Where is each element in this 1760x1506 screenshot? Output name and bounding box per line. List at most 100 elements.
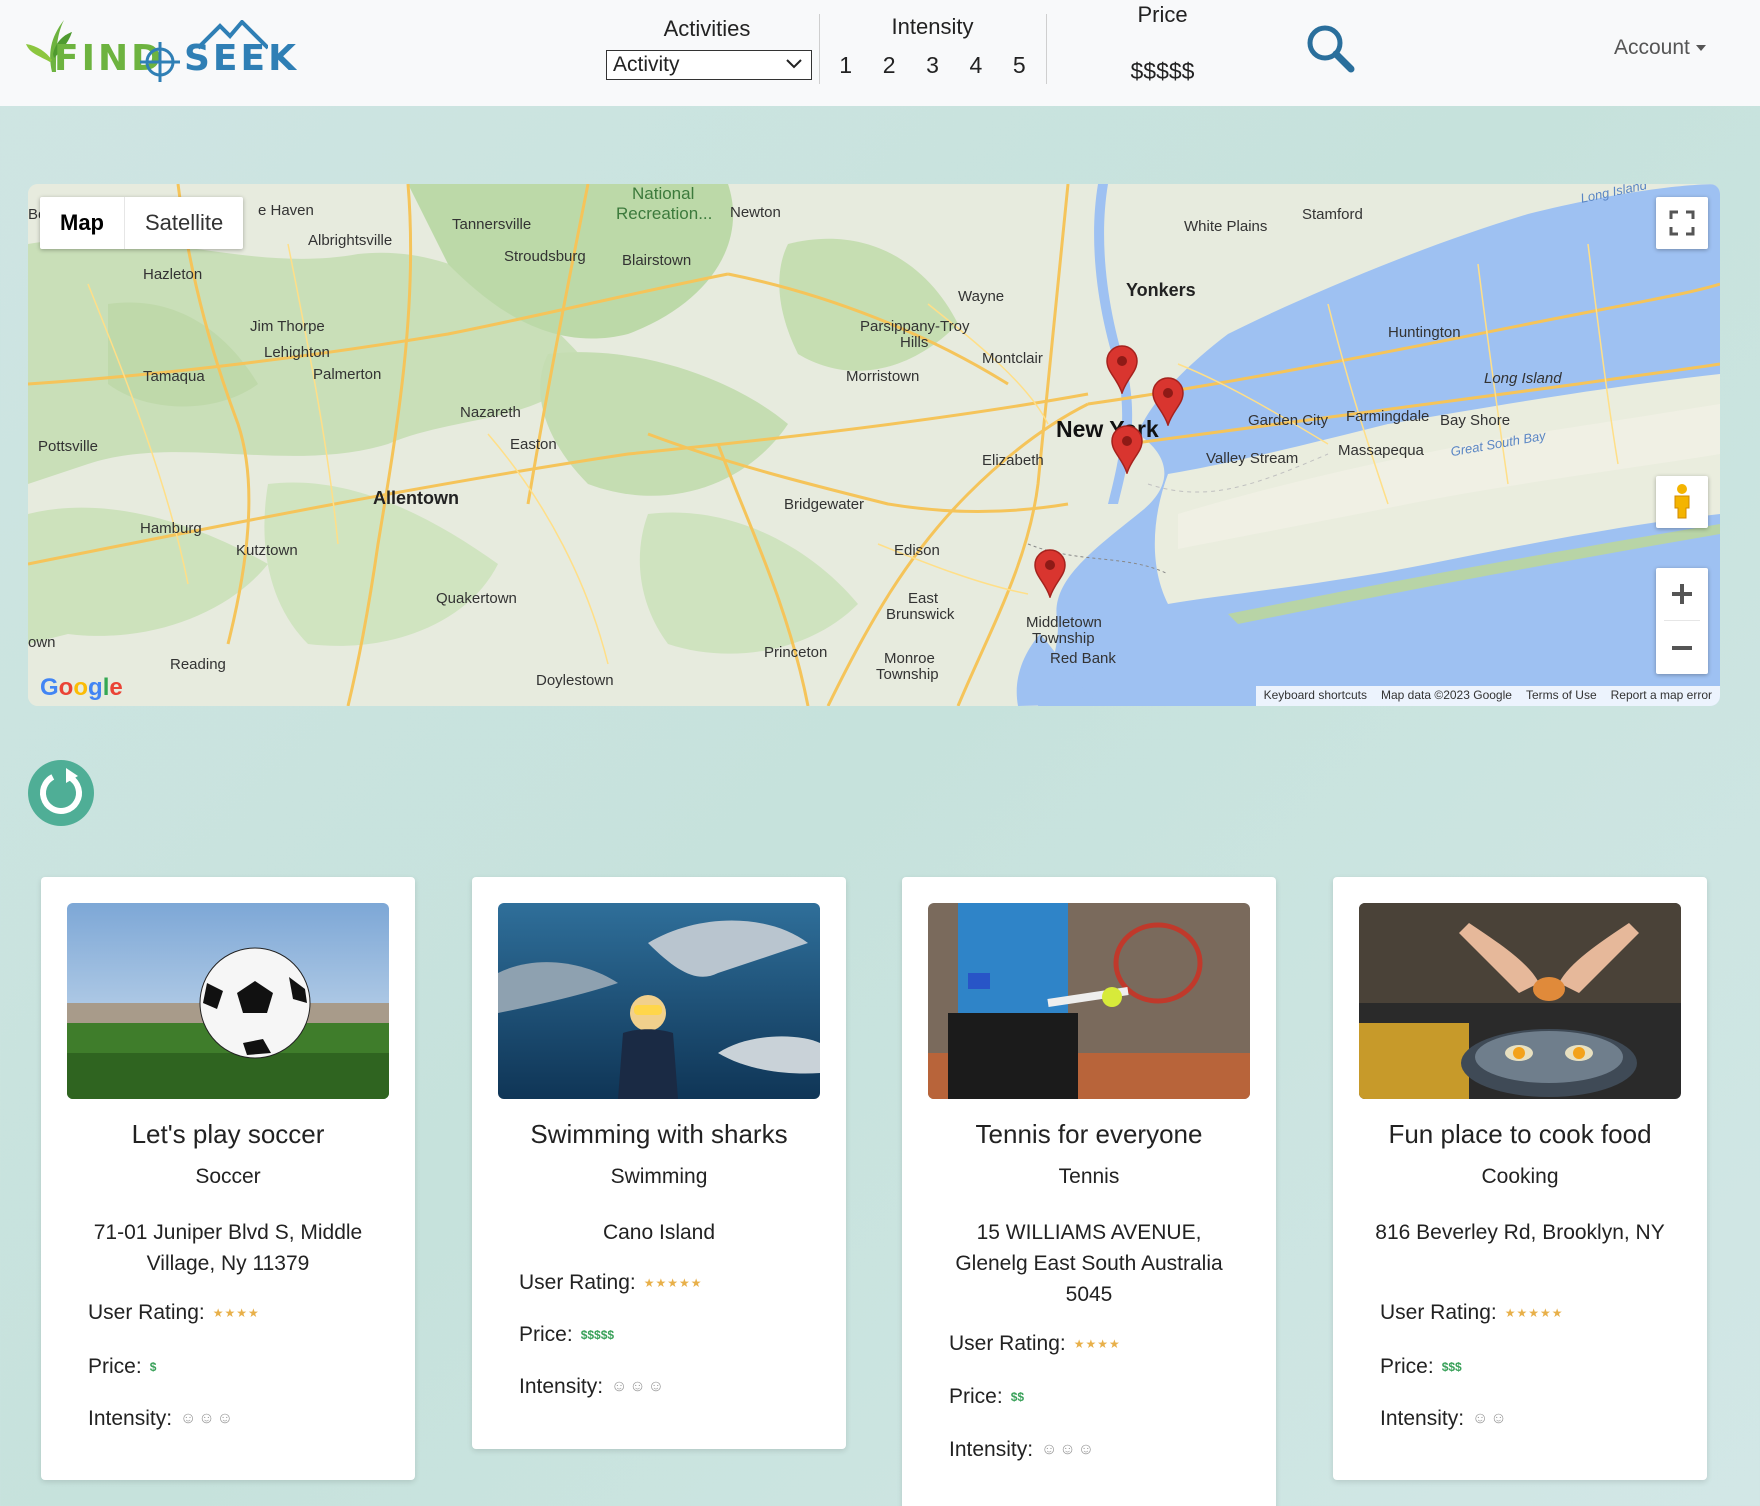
map-label: Tannersville bbox=[452, 216, 532, 233]
map-label: Parsippany-Troy bbox=[860, 318, 970, 335]
map-label: Middletown bbox=[1026, 614, 1102, 631]
price-label: Price: bbox=[949, 1385, 1003, 1408]
card-category: Soccer bbox=[195, 1165, 261, 1188]
activity-card[interactable]: Tennis for everyone Tennis 15 WILLIAMS A… bbox=[902, 877, 1276, 1506]
terms-link[interactable]: Terms of Use bbox=[1526, 688, 1597, 704]
activity-card[interactable]: Let's play soccer Soccer 71-01 Juniper B… bbox=[41, 877, 415, 1480]
card-address: 816 Beverley Rd, Brooklyn, NY bbox=[1375, 1221, 1665, 1244]
map-label: Lehighton bbox=[264, 344, 330, 361]
person-icons: ☺☺☺ bbox=[1041, 1441, 1097, 1459]
rating-label: User Rating: bbox=[88, 1301, 205, 1324]
map-pin-icon[interactable] bbox=[1033, 548, 1067, 598]
refresh-icon[interactable] bbox=[28, 760, 94, 826]
card-title[interactable]: Let's play soccer bbox=[41, 1119, 415, 1150]
map-label: Morristown bbox=[846, 368, 920, 385]
intensity-filter: Intensity 1 2 3 4 5 bbox=[820, 0, 1045, 90]
activity-image bbox=[1359, 903, 1681, 1099]
dollar-icons: $ bbox=[149, 1360, 157, 1375]
account-label: Account bbox=[1614, 36, 1690, 59]
intensity-levels: 1 2 3 4 5 bbox=[820, 52, 1045, 79]
map-label: Quakertown bbox=[436, 590, 517, 607]
activity-image bbox=[928, 903, 1250, 1099]
activities-filter: Activities Activity bbox=[604, 0, 812, 90]
intensity-level-5[interactable]: 5 bbox=[1013, 52, 1026, 79]
map-label: Stroudsburg bbox=[504, 248, 586, 265]
price-label: Price bbox=[1137, 2, 1188, 27]
card-title[interactable]: Fun place to cook food bbox=[1333, 1119, 1707, 1150]
map-type-map-button[interactable]: Map bbox=[40, 197, 124, 249]
report-error-link[interactable]: Report a map error bbox=[1611, 688, 1712, 704]
card-intensity: Intensity: ☺☺☺ bbox=[88, 1407, 235, 1431]
minus-icon[interactable] bbox=[1656, 622, 1708, 674]
map-pin-icon[interactable] bbox=[1105, 344, 1139, 394]
navbar: FIND SEEK Activities Activity Intensity … bbox=[0, 0, 1760, 106]
map[interactable]: Be e Haven Albrightsville Hazleton Jim T… bbox=[28, 184, 1720, 706]
map-label: Reading bbox=[170, 656, 226, 673]
intensity-label: Intensity: bbox=[949, 1438, 1034, 1461]
card-address: Cano Island bbox=[602, 1221, 716, 1244]
keyboard-shortcuts-link[interactable]: Keyboard shortcuts bbox=[1264, 688, 1367, 704]
map-label: Hazleton bbox=[143, 266, 203, 283]
intensity-level-2[interactable]: 2 bbox=[883, 52, 896, 79]
map-label: Nazareth bbox=[460, 404, 521, 421]
card-title[interactable]: Swimming with sharks bbox=[472, 1119, 846, 1150]
map-label: Yonkers bbox=[1126, 280, 1196, 300]
person-icons: ☺☺☺ bbox=[611, 1378, 667, 1396]
map-label: Township bbox=[876, 666, 939, 683]
price-label: Price: bbox=[519, 1323, 573, 1346]
intensity-label: Intensity: bbox=[519, 1375, 604, 1398]
card-rating: User Rating: ★★★★ bbox=[949, 1332, 1121, 1356]
account-dropdown[interactable]: Account bbox=[1614, 36, 1706, 60]
rating-label: User Rating: bbox=[519, 1271, 636, 1294]
activity-card[interactable]: Fun place to cook food Cooking 816 Bever… bbox=[1333, 877, 1707, 1480]
star-icons: ★★★★★ bbox=[1504, 1306, 1564, 1321]
price-label: Price: bbox=[88, 1355, 142, 1378]
intensity-level-4[interactable]: 4 bbox=[969, 52, 982, 79]
price-selector[interactable]: $$$$$ bbox=[1100, 58, 1225, 85]
map-label: East bbox=[908, 590, 939, 607]
card-address: 71-01 Juniper Blvd S, Middle Village, Ny… bbox=[93, 1221, 363, 1275]
map-label: Hills bbox=[900, 334, 929, 351]
activity-image bbox=[498, 903, 820, 1099]
map-label: Princeton bbox=[764, 644, 828, 661]
card-category: Swimming bbox=[610, 1165, 708, 1188]
price-label: Price: bbox=[1380, 1355, 1434, 1378]
plus-icon[interactable] bbox=[1656, 568, 1708, 620]
map-type-satellite-button[interactable]: Satellite bbox=[124, 197, 243, 249]
map-label: Huntington bbox=[1388, 324, 1461, 341]
map-label: Wayne bbox=[958, 288, 1005, 305]
map-label: e Haven bbox=[258, 202, 314, 219]
map-label: Hamburg bbox=[140, 520, 202, 537]
logo-seek-text: SEEK bbox=[184, 38, 300, 79]
map-label: Bay Shore bbox=[1440, 412, 1511, 429]
map-label: National bbox=[632, 184, 695, 203]
map-label: Kutztown bbox=[236, 542, 298, 559]
intensity-level-1[interactable]: 1 bbox=[839, 52, 852, 79]
card-price: Price: $ bbox=[88, 1355, 156, 1379]
card-price: Price: $$ bbox=[949, 1385, 1024, 1409]
map-label: Easton bbox=[510, 436, 557, 453]
dollar-icons: $$ bbox=[1010, 1390, 1025, 1405]
map-label: Garden City bbox=[1248, 412, 1329, 429]
activity-select[interactable]: Activity bbox=[606, 50, 812, 80]
map-label: Tamaqua bbox=[143, 368, 205, 385]
fullscreen-button[interactable] bbox=[1656, 197, 1708, 249]
search-icon[interactable] bbox=[1304, 22, 1356, 74]
price-filter: Price $$$$$ bbox=[1100, 0, 1225, 90]
intensity-level-3[interactable]: 3 bbox=[926, 52, 939, 79]
star-icons: ★★★★ bbox=[1073, 1337, 1121, 1352]
activity-card[interactable]: Swimming with sharks Swimming Cano Islan… bbox=[472, 877, 846, 1449]
google-logo: Google bbox=[40, 674, 123, 701]
map-pin-icon[interactable] bbox=[1151, 376, 1185, 426]
find-seek-logo[interactable]: FIND SEEK bbox=[26, 10, 296, 90]
divider bbox=[1046, 14, 1047, 84]
street-view-button[interactable] bbox=[1656, 476, 1708, 528]
fullscreen-icon bbox=[1669, 210, 1695, 236]
map-attribution: Keyboard shortcuts Map data ©2023 Google… bbox=[1255, 686, 1720, 706]
rating-label: User Rating: bbox=[1380, 1301, 1497, 1324]
map-pin-icon[interactable] bbox=[1110, 424, 1144, 474]
map-type-control: Map Satellite bbox=[40, 197, 244, 249]
map-label: Allentown bbox=[373, 488, 459, 508]
person-icons: ☺☺ bbox=[1472, 1410, 1509, 1428]
card-title[interactable]: Tennis for everyone bbox=[902, 1119, 1276, 1150]
